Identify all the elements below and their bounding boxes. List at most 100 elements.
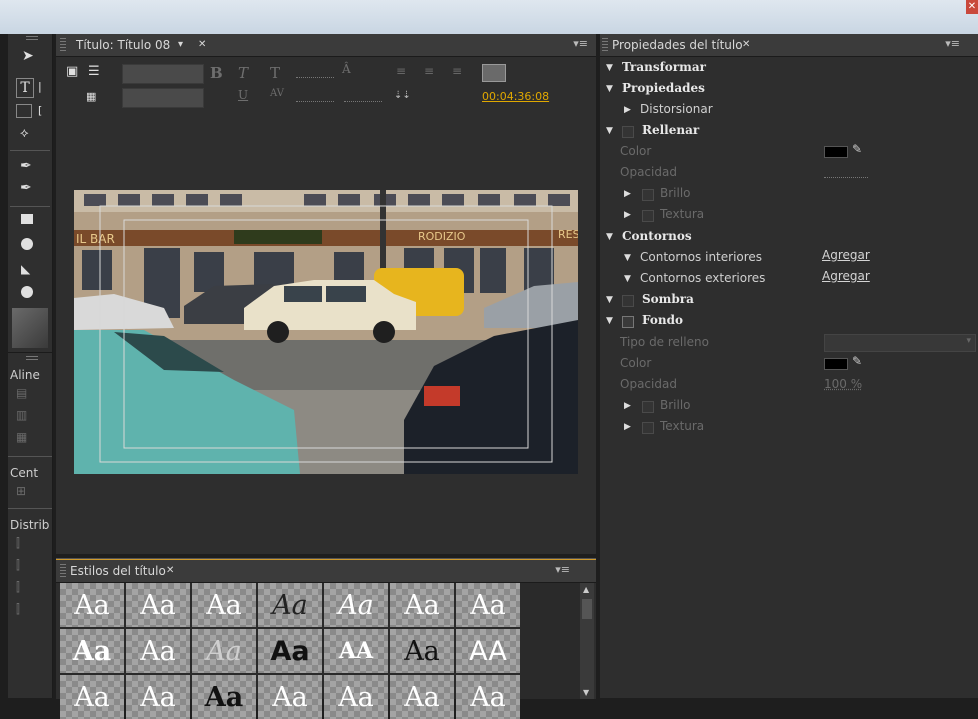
style-swatch[interactable]: Aa: [390, 629, 454, 673]
style-swatch[interactable]: AA: [456, 629, 520, 673]
section-fill[interactable]: Rellenar: [642, 123, 699, 137]
show-background-video-icon[interactable]: [482, 64, 506, 82]
distort-item[interactable]: Distorsionar: [640, 102, 713, 116]
panel-grip[interactable]: [60, 38, 66, 52]
style-swatch[interactable]: Aa: [324, 675, 388, 719]
scroll-down-icon[interactable]: ▼: [583, 688, 589, 697]
roll-crawl-icon[interactable]: ▣: [66, 64, 78, 79]
font-style-select[interactable]: [122, 88, 204, 108]
panel-grip[interactable]: [26, 356, 38, 360]
inner-strokes-label[interactable]: Contornos interiores: [640, 250, 762, 264]
style-swatch[interactable]: Aa: [258, 583, 322, 627]
fill-texture-checkbox[interactable]: [642, 210, 654, 222]
style-swatch[interactable]: Aa: [390, 675, 454, 719]
tab-title[interactable]: Título: Título 08: [76, 34, 170, 56]
bg-texture-checkbox[interactable]: [642, 422, 654, 434]
collapse-icon[interactable]: ▶: [624, 105, 631, 115]
add-anchor-tool-icon[interactable]: ✒: [20, 180, 32, 196]
align-right-text-icon[interactable]: ≡: [452, 64, 462, 78]
panel-grip[interactable]: [602, 38, 608, 52]
rounded-rect-tool-icon[interactable]: [21, 238, 33, 250]
expand-icon[interactable]: ▼: [606, 295, 613, 305]
window-close-icon[interactable]: ✕: [966, 0, 978, 14]
style-swatch[interactable]: Aa: [192, 583, 256, 627]
style-swatch[interactable]: Aa: [390, 583, 454, 627]
expand-icon[interactable]: ▼: [606, 63, 613, 73]
style-swatch[interactable]: Aa: [126, 583, 190, 627]
eyedropper-icon[interactable]: ✎: [852, 354, 862, 368]
path-type-tool-icon[interactable]: ⟡: [20, 126, 29, 141]
style-swatch[interactable]: Aa: [60, 583, 124, 627]
fill-texture-label[interactable]: Textura: [660, 207, 704, 221]
collapse-icon[interactable]: ▶: [624, 422, 631, 432]
bg-sheen-checkbox[interactable]: [642, 401, 654, 413]
wedge-tool-icon[interactable]: ◣: [21, 262, 30, 276]
fill-checkbox[interactable]: [622, 126, 634, 138]
style-swatch[interactable]: Aa: [126, 629, 190, 673]
expand-icon[interactable]: ▼: [606, 232, 613, 242]
tracking-icon[interactable]: AV: [270, 88, 284, 99]
style-swatch[interactable]: Aa: [324, 583, 388, 627]
expand-icon[interactable]: ▼: [606, 316, 613, 326]
vertical-area-type-tool-icon[interactable]: [: [38, 104, 42, 117]
type-tool-icon[interactable]: T: [16, 78, 34, 98]
fill-opacity-value[interactable]: [824, 176, 868, 178]
bg-color-swatch[interactable]: [824, 358, 848, 370]
title-dropdown-icon[interactable]: ▾: [178, 34, 183, 56]
background-checkbox[interactable]: [622, 316, 634, 328]
collapse-icon[interactable]: ▶: [624, 210, 631, 220]
font-size-icon[interactable]: T: [270, 64, 280, 82]
underline-icon[interactable]: U: [238, 88, 248, 102]
video-canvas[interactable]: IL BAR RODIZIO RES: [74, 190, 578, 474]
bg-sheen-label[interactable]: Brillo: [660, 398, 691, 412]
section-transform[interactable]: Transformar: [622, 60, 706, 74]
tab-title-properties[interactable]: Propiedades del título: [612, 34, 743, 56]
close-icon[interactable]: ✕: [166, 560, 174, 582]
templates-icon[interactable]: ▦: [86, 90, 96, 103]
align-left-icon[interactable]: ▤: [16, 386, 27, 400]
section-strokes[interactable]: Contornos: [622, 229, 692, 243]
font-family-select[interactable]: [122, 64, 204, 84]
outer-strokes-label[interactable]: Contornos exteriores: [640, 271, 765, 285]
add-outer-stroke-link[interactable]: Agregar: [822, 269, 870, 283]
panel-menu-icon[interactable]: ▾≡: [945, 37, 960, 50]
distribute-center-icon[interactable]: ⫿: [16, 558, 20, 573]
style-swatch[interactable]: Aa: [258, 675, 322, 719]
tab-stops-icon[interactable]: ☰: [88, 64, 100, 79]
section-properties[interactable]: Propiedades: [622, 81, 705, 95]
collapse-icon[interactable]: ▶: [624, 189, 631, 199]
shadow-checkbox[interactable]: [622, 295, 634, 307]
panel-menu-icon[interactable]: ▾≡: [573, 37, 588, 50]
bold-icon[interactable]: B: [210, 64, 223, 82]
collapse-icon[interactable]: ▶: [624, 401, 631, 411]
italic-icon[interactable]: T: [238, 64, 248, 82]
close-icon[interactable]: ✕: [742, 34, 750, 56]
align-left-text-icon[interactable]: ≡: [396, 64, 406, 78]
expand-icon[interactable]: ▼: [606, 84, 613, 94]
align-bottom-icon[interactable]: ▦: [16, 430, 27, 444]
fill-type-select[interactable]: ▾: [824, 334, 976, 352]
panel-grip[interactable]: [60, 564, 66, 578]
align-center-icon[interactable]: ▥: [16, 408, 27, 422]
expand-icon[interactable]: ▼: [624, 274, 631, 284]
bg-texture-label[interactable]: Textura: [660, 419, 704, 433]
eyedropper-icon[interactable]: ✎: [852, 142, 862, 156]
area-type-tool-icon[interactable]: [16, 104, 32, 118]
section-background[interactable]: Fondo: [642, 313, 683, 327]
add-inner-stroke-link[interactable]: Agregar: [822, 248, 870, 262]
scroll-up-icon[interactable]: ▲: [583, 585, 589, 594]
distribute-right-icon[interactable]: ⫿: [16, 580, 20, 595]
style-swatch[interactable]: Aa: [258, 629, 322, 673]
style-swatch[interactable]: Aa: [192, 675, 256, 719]
style-swatch[interactable]: Aa: [456, 583, 520, 627]
kerning-icon[interactable]: Â: [342, 62, 351, 76]
style-swatch[interactable]: Aa: [126, 675, 190, 719]
selection-tool-icon[interactable]: ➤: [22, 48, 34, 64]
timecode-link[interactable]: 00:04:36:08: [482, 90, 549, 103]
style-swatch[interactable]: Aa: [456, 675, 520, 719]
section-shadow[interactable]: Sombra: [642, 292, 694, 306]
bg-opacity-value[interactable]: 100 %: [824, 377, 862, 391]
pen-tool-icon[interactable]: ✒: [20, 158, 32, 174]
vertical-type-tool-icon[interactable]: |: [38, 80, 42, 93]
expand-icon[interactable]: ▼: [606, 126, 613, 136]
